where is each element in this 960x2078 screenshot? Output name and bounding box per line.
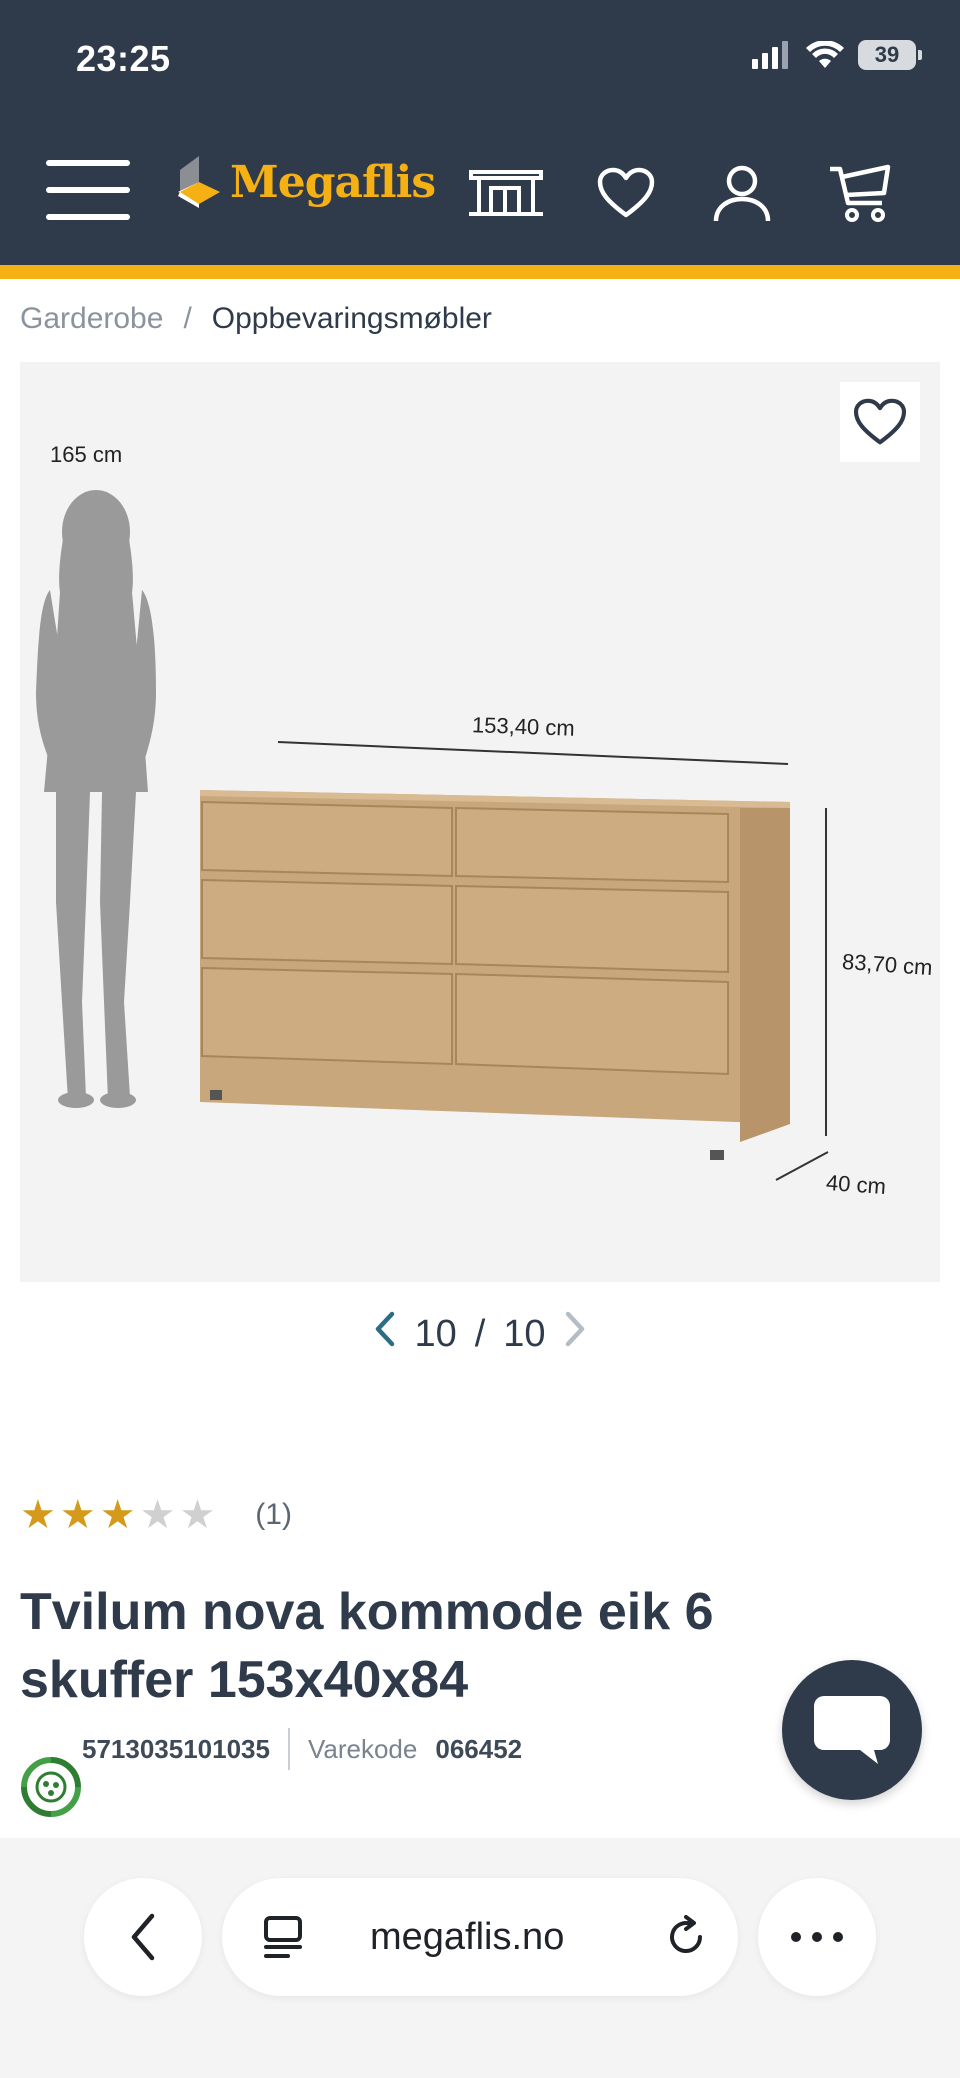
breadcrumb: Garderobe / Oppbevaringsmøbler: [20, 302, 492, 336]
prev-image-button[interactable]: [374, 1310, 396, 1358]
cutoff-text: [70, 1826, 350, 1834]
heart-icon: [597, 167, 655, 218]
star-empty-icon: ★: [179, 1493, 216, 1537]
image-pager: 10 / 10: [0, 1310, 960, 1358]
width-dimension-line: [277, 741, 789, 765]
star-filled-icon: ★: [20, 1493, 56, 1537]
pager-total: 10: [503, 1312, 546, 1355]
battery-indicator: 39: [858, 40, 922, 70]
user-icon: [713, 165, 771, 222]
breadcrumb-separator: /: [183, 302, 192, 335]
more-options-button[interactable]: [758, 1878, 876, 1996]
account-button[interactable]: [702, 158, 782, 228]
width-label: 153,40 cm: [471, 712, 576, 741]
depth-dimension-line: [775, 1151, 829, 1181]
recycle-icon: [21, 1757, 81, 1817]
item-code: 066452: [435, 1733, 523, 1764]
star-empty-icon: ★: [139, 1493, 176, 1537]
depth-label: 40 cm: [825, 1169, 887, 1200]
breadcrumb-item-oppbevaringsmobler[interactable]: Oppbevaringsmøbler: [212, 302, 492, 336]
logo[interactable]: Megaflis: [174, 152, 436, 212]
chat-button[interactable]: [782, 1660, 922, 1800]
dresser: [200, 790, 790, 1160]
heart-icon: [853, 398, 907, 445]
review-count[interactable]: (1): [255, 1498, 292, 1532]
reload-icon[interactable]: [664, 1915, 708, 1959]
store-icon: [469, 170, 543, 216]
person-silhouette: [36, 490, 156, 1108]
next-image-button[interactable]: [564, 1310, 586, 1358]
product-rating[interactable]: ★ ★ ★ ★ ★ (1): [20, 1495, 292, 1535]
signal-icon: [752, 41, 788, 69]
pager-current: 10: [414, 1312, 457, 1355]
star-filled-icon: ★: [99, 1493, 136, 1537]
browser-toolbar: megaflis.no: [0, 1838, 960, 2078]
chat-bubble-icon: [814, 1696, 890, 1764]
status-bar: 23:25 39: [0, 0, 960, 120]
menu-icon-line: [46, 187, 130, 193]
item-code-label: Varekode: [307, 1733, 418, 1764]
logo-mark-icon: [178, 156, 220, 208]
eco-badge[interactable]: [16, 1752, 86, 1822]
add-to-wishlist-button[interactable]: [840, 382, 920, 462]
chevron-left-icon: [131, 1913, 155, 1961]
header-accent-stripe: [0, 265, 960, 279]
cart-icon: [830, 164, 891, 222]
pager-separator: /: [474, 1312, 486, 1355]
url-text: megaflis.no: [370, 1915, 565, 1958]
dresser-illustration: [36, 490, 829, 1181]
browser-back-button[interactable]: [84, 1878, 202, 1996]
menu-icon-line: [46, 214, 130, 220]
logo-text: Megaflis: [230, 156, 436, 208]
address-bar[interactable]: megaflis.no: [222, 1878, 738, 1996]
star-filled-icon: ★: [59, 1493, 96, 1537]
product-title: Tvilum nova kommode eik 6 skuffer 153x40…: [20, 1583, 714, 1709]
menu-icon-line: [46, 160, 130, 166]
ean-code: 5713035101035: [82, 1733, 270, 1764]
product-codes: 5713035101035 Varekode 066452: [82, 1728, 522, 1770]
wishlist-button[interactable]: [586, 158, 666, 228]
cart-button[interactable]: [820, 158, 900, 228]
status-indicators: 39: [752, 40, 922, 70]
menu-button[interactable]: [46, 160, 130, 220]
person-height-label: 165 cm: [50, 442, 123, 467]
more-dots-icon: [791, 1932, 843, 1942]
site-header: Megaflis: [0, 120, 960, 265]
page-menu-icon: [264, 1916, 302, 1958]
breadcrumb-item-garderobe[interactable]: Garderobe: [20, 302, 163, 336]
wifi-icon: [806, 41, 844, 68]
store-button[interactable]: [466, 158, 546, 228]
chevron-right-icon: [565, 1311, 584, 1347]
chevron-left-icon: [376, 1311, 395, 1347]
codes-divider: [287, 1728, 290, 1770]
status-time: 23:25: [76, 38, 171, 79]
product-image[interactable]: 165 cm 153,40 cm 83,70 cm 40 cm: [20, 362, 940, 1282]
